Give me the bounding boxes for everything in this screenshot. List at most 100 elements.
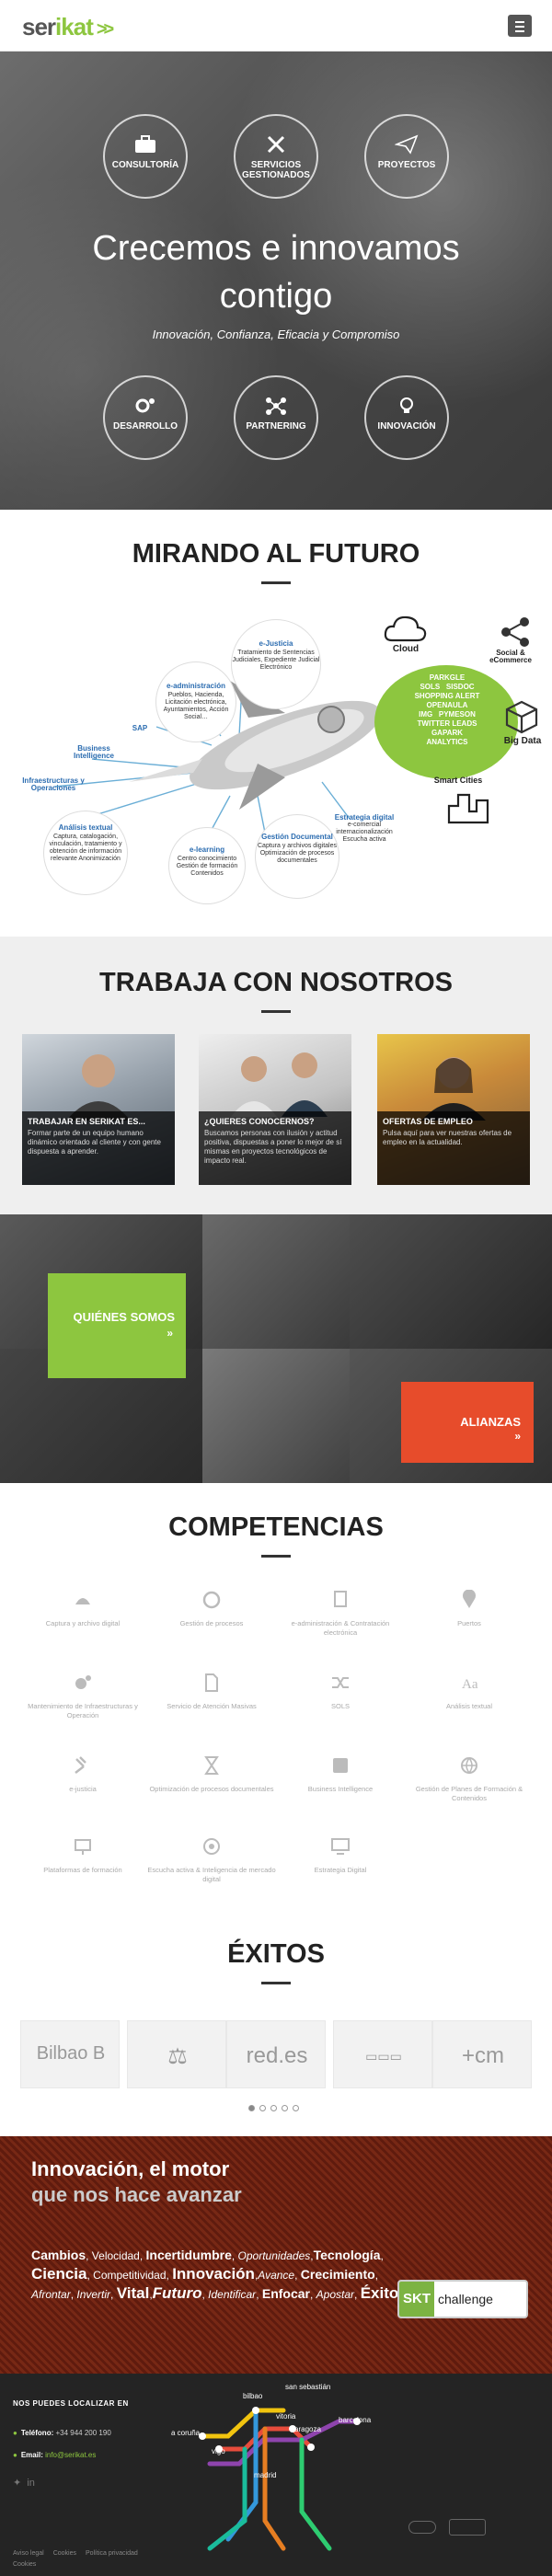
paper-plane-icon	[395, 134, 419, 155]
skt-challenge-badge[interactable]: SKT challenge	[397, 2280, 528, 2318]
comp-plataformas[interactable]: Plataformas de formación	[18, 1836, 147, 1875]
file-icon	[205, 1673, 218, 1692]
city-label: vigo	[212, 2447, 225, 2455]
service-label: PROYECTOS	[377, 160, 436, 170]
link-privacidad[interactable]: Política privacidad	[86, 2550, 138, 2557]
title-underline	[261, 1982, 291, 1984]
comp-mantenimiento[interactable]: Mantenimiento de Infraestructuras y Oper…	[18, 1673, 147, 1720]
people-photo	[231, 1052, 328, 1117]
card-title: ¿QUIERES CONOCERNOS?	[204, 1117, 315, 1126]
carousel-dot[interactable]	[270, 2105, 277, 2111]
twitter-icon: ✦	[13, 2478, 22, 2489]
shuffle-icon	[332, 1677, 349, 1688]
innovation-word: Apostar	[316, 2288, 355, 2301]
card-title: TRABAJAR EN SERIKAT ES...	[28, 1117, 145, 1126]
footer-links: Aviso legal Cookies Política privacidad	[13, 2550, 145, 2557]
innovation-word: Invertir	[76, 2288, 111, 2301]
logo-part-a: ser	[22, 13, 56, 40]
comp-eadmin[interactable]: e-administración & Contratación electrón…	[276, 1590, 405, 1638]
cycle-icon	[202, 1591, 221, 1609]
bubble-elearning: e-learning Centro conocimiento Gestión de…	[169, 828, 245, 903]
title-underline	[261, 1010, 291, 1013]
comp-bi[interactable]: Business Intelligence	[276, 1755, 405, 1794]
title-underline	[261, 1555, 291, 1558]
comp-puertos[interactable]: Puertos	[405, 1590, 534, 1628]
alianzas-button[interactable]: ALIANZAS»	[401, 1382, 534, 1463]
service-consultoria[interactable]: CONSULTORÍA	[103, 114, 188, 199]
link-cookies[interactable]: Cookies	[53, 2550, 76, 2557]
label-smartcities: Smart Cities	[433, 776, 483, 785]
email-icon: ●	[13, 2451, 17, 2459]
label-bigdata: Big Data	[503, 736, 542, 746]
service-label: SERVICIOS GESTIONADOS	[242, 160, 310, 180]
client-logo-red-es[interactable]: red.es	[226, 2020, 326, 2088]
carousel-dot[interactable]	[259, 2105, 266, 2111]
client-logo-cm[interactable]: +cm	[432, 2020, 532, 2088]
comp-formacion[interactable]: Gestión de Planes de Formación & Conteni…	[405, 1755, 534, 1803]
service-desarrollo[interactable]: DESARROLLO	[103, 375, 188, 460]
bubble-analisis: Análisis textual Captura, catalogación, v…	[44, 811, 127, 894]
innovation-word: ,	[374, 2269, 379, 2282]
service-label: DESARROLLO	[113, 421, 178, 431]
social-links[interactable]: ✦ in	[13, 2477, 35, 2489]
service-innovacion[interactable]: INNOVACIÓN	[364, 375, 449, 460]
hourglass-icon	[204, 1756, 219, 1775]
green-products: PARKGLE SOLS SISDOC SHOPPING ALERT OPENA…	[414, 673, 480, 746]
comp-procesos[interactable]: Gestión de procesos	[147, 1590, 276, 1628]
innovation-heading: Innovación, el motor que nos hace avanzar	[31, 2157, 242, 2206]
footer-email[interactable]: ● Email: info@serikat.es	[13, 2451, 96, 2459]
innovation-word: Innovación	[172, 2265, 255, 2283]
city-label: bilbao	[243, 2392, 263, 2400]
monitor-icon	[331, 1838, 350, 1855]
city-label: barcelona	[339, 2416, 372, 2424]
gears-icon	[75, 1675, 91, 1689]
carousel-dot[interactable]	[248, 2105, 255, 2111]
service-proyectos[interactable]: PROYECTOS	[364, 114, 449, 199]
innovation-word: ,	[309, 2288, 316, 2301]
city-label: vitoria	[276, 2412, 296, 2421]
carousel-dot[interactable]	[282, 2105, 288, 2111]
hamburger-menu-button[interactable]	[508, 15, 532, 37]
footer-phone[interactable]: ● Teléfono: +34 944 200 190	[13, 2429, 111, 2437]
city-label: san sebastián	[285, 2383, 331, 2391]
card-desc: Buscamos personas con ilusión y actitud …	[204, 1129, 342, 1165]
phone-icon: ●	[13, 2429, 17, 2437]
comp-sols[interactable]: SOLS	[276, 1673, 405, 1711]
innovation-word: Vital	[116, 2284, 150, 2302]
presentation-icon	[75, 1839, 91, 1855]
client-logo-ministerio[interactable]: ▭▭▭	[333, 2020, 432, 2088]
comp-captura[interactable]: Captura y archivo digital	[18, 1590, 147, 1628]
comp-atencion[interactable]: Servicio de Atención Masivas	[147, 1673, 276, 1711]
quienes-somos-button[interactable]: QUIÉNES SOMOS»	[48, 1273, 186, 1378]
share-icon	[501, 617, 529, 647]
serikat-logo[interactable]: serikat >>	[22, 13, 114, 41]
card-conocernos[interactable]: ¿QUIERES CONOCERNOS? Buscamos personas co…	[199, 1034, 351, 1185]
comp-ejusticia[interactable]: e-justicia	[18, 1755, 147, 1794]
carousel-dot[interactable]	[293, 2105, 299, 2111]
comp-escucha[interactable]: Escucha activa & Inteligencia de mercado…	[147, 1836, 276, 1884]
linkedin-icon: in	[27, 2478, 35, 2489]
label-infra: Infraestructuras y Operaciones	[22, 776, 85, 792]
globe-icon	[461, 1757, 477, 1775]
client-logo-bilbao-port[interactable]: Bilbao B	[20, 2020, 120, 2088]
footer-badge	[408, 2521, 436, 2534]
hero-title: Crecemos e innovamos contigo	[92, 229, 460, 316]
card-trabajar[interactable]: TRABAJAR EN SERIKAT ES... Formar parte de…	[22, 1034, 175, 1185]
future-title: MIRANDO AL FUTURO	[132, 539, 420, 569]
cube-icon	[505, 700, 538, 734]
service-gestionados[interactable]: SERVICIOS GESTIONADOS	[234, 114, 318, 199]
service-partnering[interactable]: PARTNERING	[234, 375, 318, 460]
card-ofertas[interactable]: OFERTAS DE EMPLEO Pulsa aquí para ver nue…	[377, 1034, 530, 1185]
link-aviso-legal[interactable]: Aviso legal	[13, 2550, 44, 2557]
comp-textual[interactable]: Aa Análisis textual	[405, 1673, 534, 1711]
innovation-word: ,	[354, 2288, 361, 2301]
comp-estrategia[interactable]: Estrategia Digital	[276, 1836, 405, 1875]
client-logo-justice[interactable]: ⚖	[127, 2020, 226, 2088]
comp-optimizacion[interactable]: Optimización de procesos documentales	[147, 1755, 276, 1794]
bubble-eadmin: e-administración Pueblos, Hacienda, Licit…	[156, 662, 236, 742]
service-label: INNOVACIÓN	[377, 421, 436, 431]
location-pin-icon	[463, 1590, 476, 1608]
link-cookies-2[interactable]: Cookies	[13, 2561, 36, 2568]
hero-subtitle: Innovación, Confianza, Eficacia y Compro…	[152, 328, 400, 341]
service-label: PARTNERING	[246, 421, 306, 431]
